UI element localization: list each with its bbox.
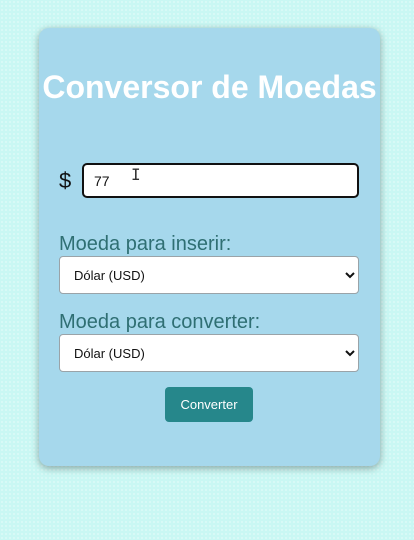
- page-title: Conversor de Moedas: [42, 69, 377, 105]
- from-currency-select[interactable]: Dólar (USD): [59, 256, 359, 294]
- amount-input[interactable]: [82, 163, 359, 198]
- to-currency-label: Moeda para converter:: [59, 311, 261, 333]
- to-currency-select[interactable]: Dólar (USD): [59, 334, 359, 372]
- currency-symbol: $: [59, 168, 72, 193]
- converter-card: Conversor de Moedas $ I Moeda para inser…: [39, 28, 380, 466]
- from-currency-label: Moeda para inserir:: [59, 233, 232, 255]
- convert-button[interactable]: Converter: [165, 387, 253, 422]
